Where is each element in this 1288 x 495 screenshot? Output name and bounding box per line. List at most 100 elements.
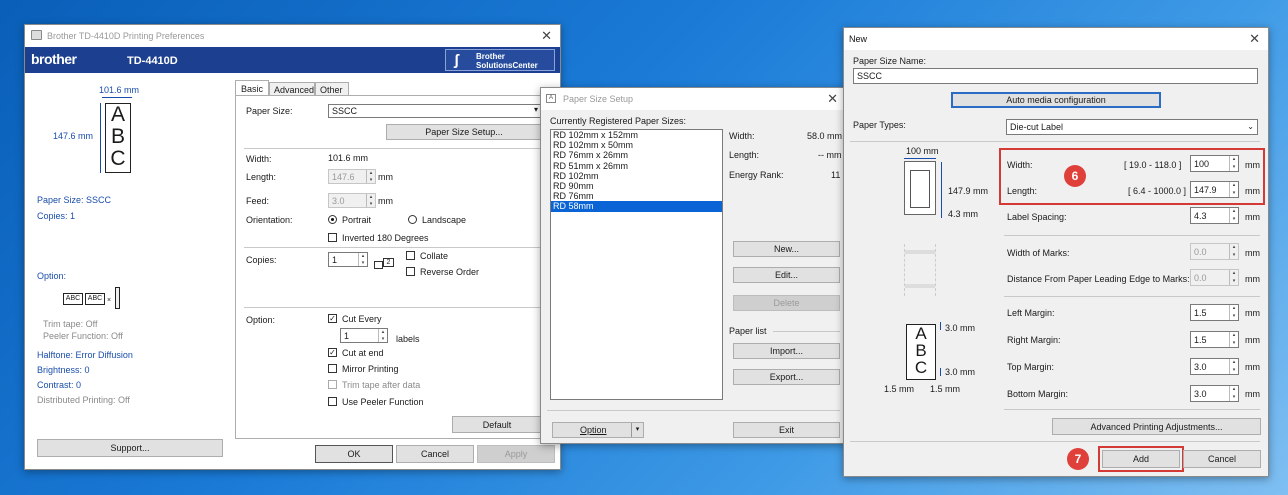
paper-size-setup-button[interactable]: Paper Size Setup... [386, 124, 542, 140]
support-button[interactable]: Support... [37, 439, 223, 457]
paper-size-list-item[interactable]: RD 76mm x 26mm [551, 150, 722, 160]
glyph-b: B [915, 341, 927, 360]
inverted-checkbox[interactable] [328, 233, 337, 242]
default-button[interactable]: Default [452, 416, 542, 433]
collate-checkbox[interactable] [406, 251, 415, 260]
right-margin-unit: mm [1245, 335, 1260, 345]
paper-size-list-item[interactable]: RD 102mm [551, 171, 722, 181]
preview-length-label: 147.6 mm [53, 131, 94, 141]
printer-icon [31, 30, 42, 40]
title-bar: Brother TD-4410D Printing Preferences ✕ [25, 25, 560, 47]
reverse-order-checkbox[interactable] [406, 267, 415, 276]
divider [244, 307, 548, 308]
divider [1004, 296, 1260, 297]
paper-size-list-item[interactable]: RD 102mm x 50mm [551, 140, 722, 150]
new-cancel-button[interactable]: Cancel [1183, 450, 1261, 468]
cancel-button[interactable]: Cancel [396, 445, 474, 463]
nd-length-input[interactable]: 147.9 ▴ ▾ [1190, 181, 1239, 198]
paper-types-value: Die-cut Label [1010, 122, 1064, 132]
cut-every-field[interactable]: 1 ▴ ▾ [340, 328, 388, 343]
ok-button[interactable]: OK [315, 445, 393, 463]
right-margin-input[interactable]: 1.5 ▴ ▾ [1190, 331, 1239, 348]
divider [850, 141, 1260, 142]
paper-size-list-item[interactable]: RD 102mm x 152mm [551, 130, 722, 140]
top-margin-input[interactable]: 3.0 ▴ ▾ [1190, 358, 1239, 375]
spin-down-icon: ▾ [1232, 366, 1236, 373]
diagram-left-margin: 1.5 mm [884, 384, 915, 394]
distance-to-marks-label: Distance From Paper Leading Edge to Mark… [1007, 274, 1190, 284]
paper-size-list-item[interactable]: RD 76mm [551, 191, 722, 201]
option-thumbnail: ABC ABC × [63, 287, 133, 309]
option-button[interactable]: Option ▾ [552, 422, 644, 438]
window-title: New [849, 34, 868, 44]
paper-size-label: Paper Size: [246, 106, 293, 116]
apply-button: Apply [477, 445, 555, 463]
paper-size-list[interactable]: RD 102mm x 152mm RD 102mm x 50mm RD 76mm x… [550, 129, 723, 400]
collate-label: Collate [420, 251, 449, 261]
setup-length-value: -- mm [818, 150, 842, 160]
mirror-label: Mirror Printing [342, 364, 399, 374]
bottom-margin-input[interactable]: 3.0 ▴ ▾ [1190, 385, 1239, 402]
auto-media-configuration-button[interactable]: Auto media configuration [951, 92, 1161, 108]
paper-size-list-item[interactable]: RD 51mm x 26mm [551, 161, 722, 171]
paper-size-list-item[interactable]: RD 90mm [551, 181, 722, 191]
solutions-center-icon: ʃ [454, 52, 459, 69]
paper-size-value: SSCC [332, 106, 358, 116]
spin-down-icon: ▾ [1232, 215, 1236, 222]
tab-basic[interactable]: Basic [235, 80, 269, 96]
cut-at-end-label: Cut at end [342, 348, 384, 358]
cut-at-end-checkbox[interactable]: ✓ [328, 348, 337, 357]
paper-size-select[interactable]: SSCC ▾ [328, 104, 542, 118]
peeler-checkbox[interactable] [328, 397, 337, 406]
close-icon[interactable]: ✕ [1249, 31, 1260, 47]
option-button-label: Option [580, 425, 607, 435]
exit-button[interactable]: Exit [733, 422, 840, 438]
spin-down-icon: ▾ [1232, 339, 1236, 346]
glyph-b: B [110, 125, 125, 148]
new-button[interactable]: New... [733, 241, 840, 257]
nd-length-value: 147.9 [1194, 184, 1217, 195]
diagram-width-line [904, 158, 936, 159]
info-paper-size: Paper Size: SSCC [37, 195, 112, 205]
cut-every-label: Cut Every [342, 314, 382, 324]
nd-width-value: 100 [1194, 158, 1210, 169]
label-spacing-value: 4.3 [1194, 210, 1207, 221]
setup-length-label: Length: [729, 150, 760, 160]
tab-other[interactable]: Other [315, 82, 349, 96]
advanced-printing-adjustments-button[interactable]: Advanced Printing Adjustments... [1052, 418, 1261, 435]
mirror-checkbox[interactable] [328, 364, 337, 373]
setup-width-label: Width: [729, 131, 755, 141]
edit-button[interactable]: Edit... [733, 267, 840, 283]
glyph-c: C [110, 147, 126, 170]
left-margin-input[interactable]: 1.5 ▴ ▾ [1190, 304, 1239, 321]
landscape-radio[interactable] [408, 215, 417, 224]
tab-advanced[interactable]: Advanced [269, 82, 315, 96]
cut-every-checkbox[interactable]: ✓ [328, 314, 337, 323]
brother-logo: brother [31, 51, 77, 67]
import-button[interactable]: Import... [733, 343, 840, 359]
paper-types-select[interactable]: Die-cut Label ⌄ [1006, 119, 1258, 135]
paper-size-name-input[interactable]: SSCC [853, 68, 1258, 84]
close-icon[interactable]: ✕ [827, 91, 838, 107]
add-button[interactable]: Add [1102, 450, 1180, 468]
label-spacing-input[interactable]: 4.3 ▴ ▾ [1190, 207, 1239, 224]
info-distributed: Distributed Printing: Off [37, 395, 130, 405]
paper-size-setup-window: A Paper Size Setup ✕ Currently Registere… [540, 87, 847, 444]
nd-width-input[interactable]: 100 ▴ ▾ [1190, 155, 1239, 172]
right-margin-label: Right Margin: [1007, 335, 1061, 345]
export-button[interactable]: Export... [733, 369, 840, 385]
spin-up-icon: ▴ [1232, 359, 1236, 365]
portrait-radio[interactable] [328, 215, 337, 224]
spin-up-icon: ▴ [1232, 182, 1236, 188]
model-name: TD-4410D [127, 55, 178, 67]
window-title: Paper Size Setup [563, 94, 634, 104]
paper-size-list-item[interactable]: RD 58mm [551, 201, 722, 212]
close-icon[interactable]: ✕ [541, 28, 552, 44]
diagram-top-margin: 3.0 mm [945, 323, 976, 333]
solutions-center-button[interactable]: ʃ Brother SolutionsCenter [445, 49, 555, 71]
copies-field[interactable]: 1 ▴ ▾ [328, 252, 368, 267]
basic-tab-panel: Paper Size: SSCC ▾ Paper Size Setup... W… [235, 95, 556, 439]
cut-marker-icon: × [107, 297, 112, 304]
dropdown-arrow-icon: ▾ [631, 423, 643, 437]
info-copies: Copies: 1 [37, 211, 76, 221]
